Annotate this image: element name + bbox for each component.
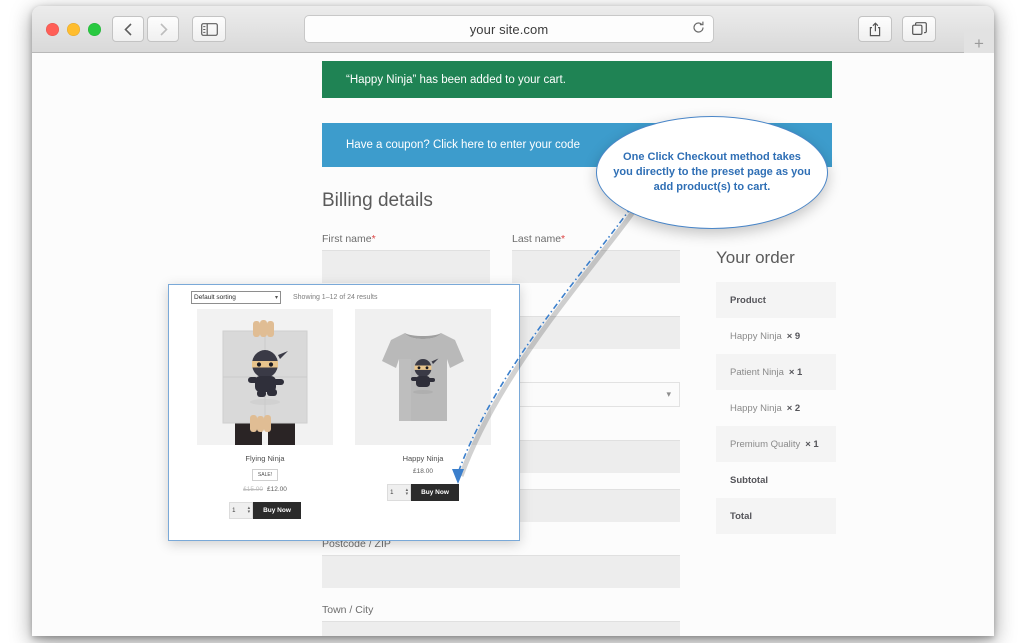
- forward-button[interactable]: [147, 16, 179, 42]
- order-item-name: Patient Ninja: [730, 366, 784, 378]
- stepper-arrows-icon[interactable]: ▴ ▾: [248, 506, 251, 514]
- product-grid: Flying Ninja SALE! £15.00 £12.00 1 ▴ ▾ Buy…: [169, 309, 519, 519]
- reload-icon[interactable]: [692, 21, 705, 37]
- sorting-select[interactable]: Default sorting ▾: [191, 290, 281, 304]
- buy-now-button[interactable]: Buy Now: [411, 484, 459, 501]
- cart-notice-text: “Happy Ninja” has been added to your car…: [346, 73, 566, 86]
- shop-popup-panel: Default sorting ▾ Showing 1–12 of 24 res…: [168, 284, 520, 541]
- first-name-input[interactable]: [322, 250, 490, 283]
- share-icon: [869, 21, 880, 36]
- order-item-name: Premium Quality: [730, 438, 801, 450]
- order-title: Your order: [716, 248, 795, 267]
- browser-titlebar: your site.com +: [32, 6, 994, 59]
- first-name-label-text: First name: [322, 233, 372, 245]
- required-asterisk: *: [561, 233, 566, 245]
- sidebar-toggle-button[interactable]: [192, 16, 226, 42]
- callout-text: One Click Checkout method takes you dire…: [613, 151, 811, 193]
- product-name: Flying Ninja: [245, 454, 285, 463]
- share-button[interactable]: [858, 16, 892, 42]
- address-bar[interactable]: your site.com: [304, 15, 714, 43]
- page-viewport: “Happy Ninja” has been added to your car…: [32, 53, 994, 636]
- quantity-stepper[interactable]: 1 ▴ ▾: [387, 484, 412, 501]
- product-name: Happy Ninja: [402, 454, 444, 463]
- order-item-qty: × 9: [786, 330, 801, 342]
- last-name-label-text: Last name: [512, 233, 562, 245]
- page-title: Billing details: [322, 190, 433, 211]
- chevron-down-icon: ▾: [666, 389, 671, 399]
- coupon-link-text[interactable]: Have a coupon? Click here to enter your …: [322, 139, 580, 151]
- last-name-label: Last name*: [512, 233, 680, 245]
- order-item-name: Happy Ninja: [730, 330, 782, 342]
- maximize-window-button[interactable]: [88, 23, 101, 36]
- product-price: £18.00: [355, 468, 491, 475]
- window-controls: [46, 23, 101, 36]
- product-new-price: £18.00: [413, 468, 433, 475]
- product-image[interactable]: [355, 309, 491, 445]
- show-tabs-icon: [911, 22, 927, 35]
- browser-window: your site.com + “Happy Ninja” has been a…: [32, 6, 994, 636]
- shop-toolbar: Default sorting ▾ Showing 1–12 of 24 res…: [169, 285, 519, 309]
- table-row: Happy Ninja × 9: [716, 318, 836, 354]
- order-item-name: Happy Ninja: [730, 402, 782, 414]
- town-city-label: Town / City: [322, 604, 374, 616]
- toolbar-right: [858, 16, 936, 42]
- cart-notice-banner: “Happy Ninja” has been added to your car…: [322, 61, 832, 98]
- product-price: £15.00 £12.00: [197, 486, 333, 493]
- product-old-price: £15.00: [243, 486, 263, 493]
- chevron-down-icon: ▾: [274, 294, 278, 301]
- product-image[interactable]: [197, 309, 333, 445]
- buy-row: 1 ▴ ▾ Buy Now: [197, 502, 333, 519]
- quantity-value: 1: [232, 507, 236, 514]
- order-item-qty: × 1: [788, 366, 803, 378]
- reload-glyph: [693, 21, 704, 33]
- order-table: Product Happy Ninja × 9 Patient Ninja × …: [716, 282, 836, 534]
- sorting-select-value: Default sorting: [194, 293, 236, 301]
- postcode-input[interactable]: [322, 555, 680, 588]
- order-item-qty: × 1: [805, 438, 819, 450]
- product-new-price: £12.00: [267, 486, 287, 493]
- show-tabs-button[interactable]: [902, 16, 936, 42]
- table-row: Patient Ninja × 1: [716, 354, 836, 390]
- grey-tshirt-with-ninja-image: [355, 309, 491, 445]
- stepper-arrows-icon[interactable]: ▴ ▾: [406, 488, 409, 496]
- town-city-input[interactable]: [322, 621, 680, 636]
- buy-now-button[interactable]: Buy Now: [253, 502, 301, 519]
- table-row: Premium Quality × 1: [716, 426, 836, 462]
- order-subtotal-row: Subtotal: [730, 474, 768, 486]
- sidebar-toggle-icon: [200, 22, 218, 36]
- product-card[interactable]: Happy Ninja £18.00 1 ▴ ▾ Buy Now: [355, 309, 491, 519]
- back-button[interactable]: [112, 16, 144, 42]
- results-count: Showing 1–12 of 24 results: [293, 293, 378, 301]
- quantity-stepper[interactable]: 1 ▴ ▾: [229, 502, 254, 519]
- chevron-left-icon: [123, 22, 132, 36]
- callout-bubble: One Click Checkout method takes you dire…: [596, 116, 828, 229]
- screenshot-root: your site.com + “Happy Ninja” has been a…: [0, 0, 1024, 643]
- table-row: Happy Ninja × 2: [716, 390, 836, 426]
- poster-held-by-person-image: [197, 309, 333, 445]
- url-text: your site.com: [469, 21, 549, 37]
- order-table-header: Product: [716, 282, 836, 318]
- first-name-label: First name*: [322, 233, 490, 245]
- order-total-row: Total: [716, 498, 836, 534]
- product-card[interactable]: Flying Ninja SALE! £15.00 £12.00 1 ▴ ▾ Buy…: [197, 309, 333, 519]
- buy-row: 1 ▴ ▾ Buy Now: [355, 484, 491, 501]
- last-name-input[interactable]: [512, 250, 680, 283]
- required-asterisk: *: [371, 233, 376, 245]
- order-summary: Your order Product Happy Ninja × 9 Patie…: [716, 248, 836, 534]
- order-item-qty: × 2: [786, 402, 801, 414]
- chevron-right-icon: [159, 22, 168, 36]
- close-window-button[interactable]: [46, 23, 59, 36]
- quantity-value: 1: [390, 489, 394, 496]
- minimize-window-button[interactable]: [67, 23, 80, 36]
- sale-badge: SALE!: [251, 469, 279, 481]
